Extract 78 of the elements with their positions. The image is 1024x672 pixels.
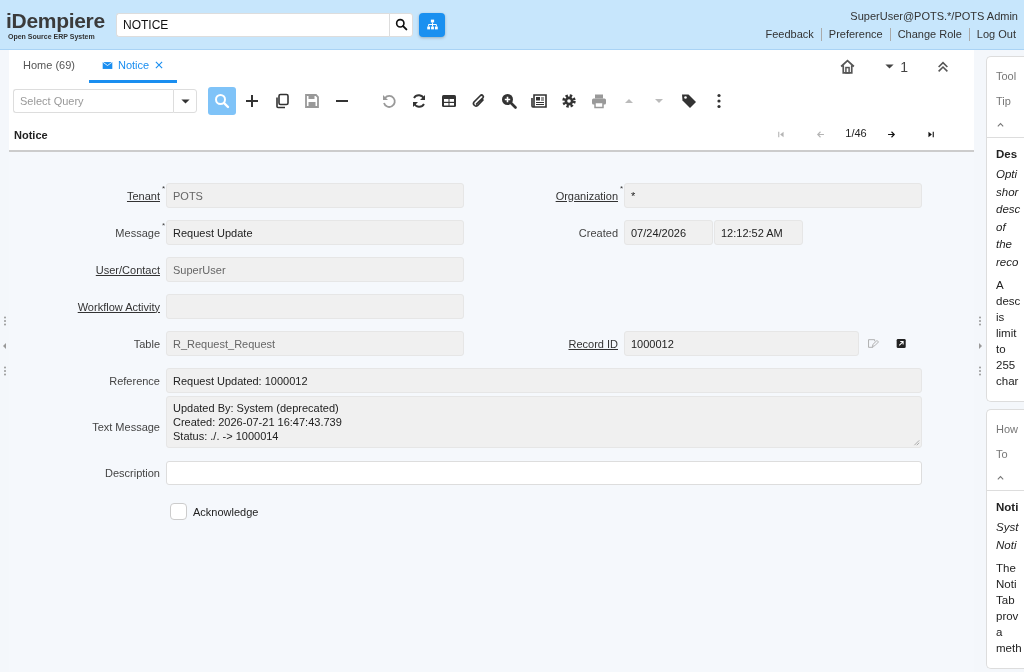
tag-icon	[681, 93, 697, 109]
query-dropdown-button[interactable]	[173, 89, 197, 113]
edit-icon	[867, 337, 880, 350]
field-label: Created	[578, 226, 618, 239]
required-mark: *	[161, 184, 165, 193]
resize-grip-icon	[912, 438, 920, 446]
help-heading: Des	[996, 148, 1019, 160]
gear-icon	[561, 93, 577, 109]
close-icon	[154, 60, 165, 70]
paperclip-icon	[471, 93, 487, 109]
search-icon	[394, 18, 408, 31]
text-area[interactable]: Updated By: System (deprecated) Created: 2026-07-21 16:47:43.739 Status: ./. -> 1000014	[166, 396, 922, 448]
logo: iDempiere	[6, 9, 106, 33]
envelope-icon	[101, 59, 113, 71]
text-field[interactable]: 1000012	[624, 331, 860, 356]
record-title: Notice	[14, 128, 48, 141]
help-summary: Opti shor desc of the reco	[996, 167, 1021, 270]
time-field[interactable]: 12:12:52 AM	[714, 220, 803, 245]
record-position: 1/46	[844, 127, 868, 139]
required-mark: *	[161, 221, 165, 230]
newspaper-icon	[531, 93, 547, 109]
sitemap-icon	[425, 18, 439, 31]
undo-icon	[381, 93, 397, 109]
help-card-title[interactable]: How To	[996, 417, 1018, 467]
minus-icon	[335, 100, 349, 102]
text-field[interactable]: Request Update	[166, 220, 464, 245]
text-field[interactable]: SuperUser	[166, 257, 464, 282]
plus-icon	[244, 93, 260, 109]
help-card-title[interactable]: Tool Tip	[996, 64, 1017, 114]
zoom-in-icon	[501, 93, 517, 109]
copy-icon	[274, 93, 290, 109]
collapse-left-icon	[2, 342, 7, 350]
sitemap-button[interactable]	[419, 12, 445, 37]
field-label[interactable]: Workflow Activity	[77, 300, 160, 313]
field-label: Table	[133, 337, 160, 350]
field-label[interactable]: Record ID	[568, 337, 618, 350]
header-link[interactable]: Log Out	[968, 28, 1018, 41]
chevron-up-icon	[996, 120, 1005, 129]
drag-handle-icon	[2, 366, 7, 376]
caret-down-icon	[884, 61, 896, 72]
header-link[interactable]: Change Role	[889, 28, 969, 41]
window-tab[interactable]: Home (69)	[13, 50, 85, 83]
field-label[interactable]: User/Contact	[95, 263, 160, 276]
drag-handle-icon	[2, 316, 7, 326]
drag-handle-icon	[978, 316, 982, 326]
table-icon	[441, 93, 457, 109]
collapse-right-icon	[977, 342, 983, 350]
field-label: Reference	[109, 374, 160, 387]
user-role-label: SuperUser@POTS.*/POTS Admin	[850, 10, 1018, 22]
open-record-icon	[895, 338, 906, 349]
printer-icon	[591, 93, 607, 109]
checkbox[interactable]	[170, 503, 187, 520]
field-label: Text Message	[92, 420, 160, 433]
refresh-icon	[411, 93, 427, 109]
window-list-dropdown[interactable]: 1	[884, 58, 908, 75]
help-text: The Noti Tab prov a meth	[996, 561, 1022, 656]
text-field[interactable]: POTS	[166, 183, 464, 208]
header-link[interactable]: Preference	[820, 28, 890, 41]
header-link[interactable]: Feedback	[758, 28, 821, 41]
help-text: A desc is limit to 255 char	[996, 278, 1021, 389]
field-label: Description	[104, 466, 160, 479]
menu-search-field[interactable]: NOTICE	[116, 12, 389, 37]
help-heading: Noti	[996, 501, 1020, 513]
collapse-up-icon	[936, 59, 950, 74]
text-field[interactable]: R_Request_Request	[166, 331, 464, 356]
required-mark: *	[619, 184, 623, 193]
text-field[interactable]: Request Updated: 1000012	[166, 368, 922, 393]
checkbox-label: Acknowledge	[193, 505, 259, 518]
input-field[interactable]	[166, 460, 922, 485]
search-button[interactable]	[389, 12, 413, 37]
home-icon	[839, 58, 857, 75]
select-query-field[interactable]: Select Query	[13, 89, 173, 113]
help-summary: Syst Noti	[996, 520, 1019, 553]
date-field[interactable]: 07/24/2026	[624, 220, 713, 245]
chevron-up-icon	[996, 473, 1005, 482]
text-field[interactable]: *	[624, 183, 922, 208]
search-icon	[214, 93, 230, 109]
drag-handle-icon	[978, 366, 982, 376]
